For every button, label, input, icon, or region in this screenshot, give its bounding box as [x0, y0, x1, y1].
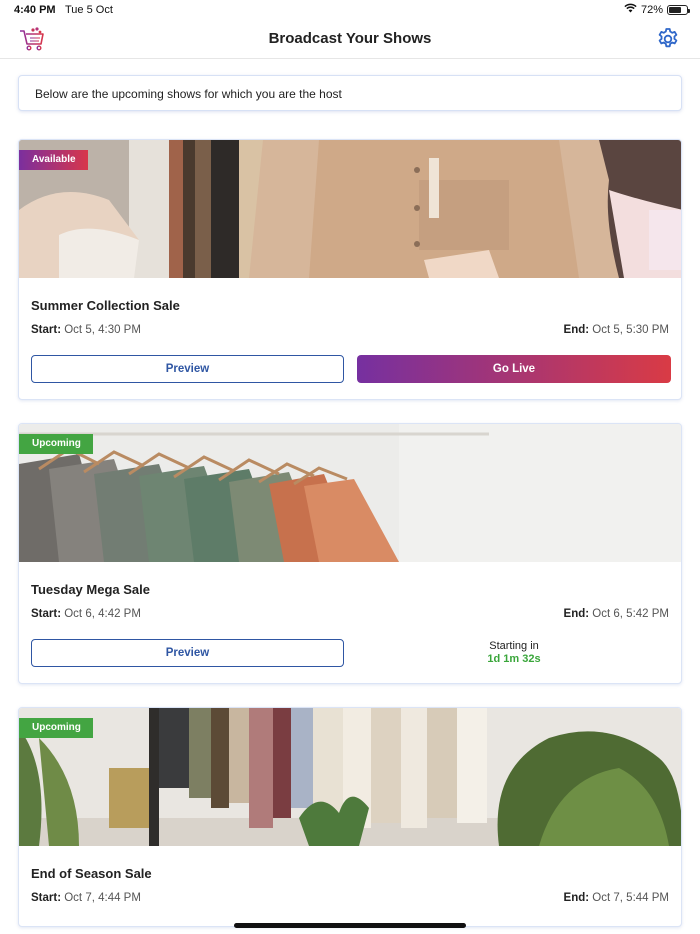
show-title: End of Season Sale — [31, 866, 152, 881]
show-image: Upcoming — [19, 424, 681, 562]
show-start: Start: Oct 7, 4:44 PM — [31, 892, 141, 904]
show-card: Available Summer Collection Sale Start: … — [18, 139, 682, 400]
start-label: Start: — [31, 324, 62, 336]
status-badge: Upcoming — [19, 434, 93, 454]
preview-button[interactable]: Preview — [31, 639, 344, 667]
battery-fill — [669, 6, 682, 13]
battery-percent: 72% — [640, 3, 663, 16]
show-end: End: Oct 7, 5:44 PM — [564, 892, 669, 904]
start-label: Start: — [31, 892, 62, 904]
preview-button[interactable]: Preview — [31, 355, 344, 383]
end-time: Oct 7, 5:44 PM — [592, 892, 669, 904]
end-time: Oct 6, 5:42 PM — [592, 608, 669, 620]
countdown-label: Starting in — [489, 640, 539, 652]
status-right: 72% — [624, 3, 690, 16]
show-title: Tuesday Mega Sale — [31, 582, 150, 597]
start-time: Oct 6, 4:42 PM — [64, 608, 141, 620]
end-label: End: — [563, 324, 590, 336]
go-live-button[interactable]: Go Live — [357, 355, 671, 383]
show-card: Upcoming Tuesday Mega Sale Start: Oct 6,… — [18, 423, 682, 684]
gear-icon[interactable] — [656, 27, 680, 51]
status-time: 4:40 PM — [14, 4, 56, 16]
show-card: Upcoming End of Season Sale Start: Oct 7… — [18, 707, 682, 927]
app-header: Broadcast Your Shows — [0, 20, 700, 59]
countdown-value: 1d 1m 32s — [487, 653, 541, 665]
show-start: Start: Oct 6, 4:42 PM — [31, 608, 141, 620]
show-image: Upcoming — [19, 708, 681, 846]
show-start: Start: Oct 5, 4:30 PM — [31, 324, 141, 336]
status-date: Tue 5 Oct — [65, 4, 113, 16]
battery-icon — [667, 4, 690, 15]
start-time: Oct 5, 4:30 PM — [64, 324, 141, 336]
show-end: End: Oct 6, 5:42 PM — [564, 608, 669, 620]
start-time: Oct 7, 4:44 PM — [64, 892, 141, 904]
wifi-icon — [624, 3, 637, 16]
end-label: End: — [563, 892, 590, 904]
end-time: Oct 5, 5:30 PM — [592, 324, 669, 336]
countdown: Starting in 1d 1m 32s — [357, 640, 671, 666]
status-bar: 4:40 PM Tue 5 Oct 72% — [0, 0, 700, 20]
show-title: Summer Collection Sale — [31, 298, 180, 313]
show-end: End: Oct 5, 5:30 PM — [564, 324, 669, 336]
info-banner: Below are the upcoming shows for which y… — [18, 75, 682, 111]
show-image: Available — [19, 140, 681, 278]
start-label: Start: — [31, 608, 62, 620]
page-title: Broadcast Your Shows — [268, 30, 432, 47]
end-label: End: — [563, 608, 590, 620]
status-badge: Upcoming — [19, 718, 93, 738]
status-badge: Available — [19, 150, 88, 170]
home-indicator[interactable] — [234, 923, 466, 928]
